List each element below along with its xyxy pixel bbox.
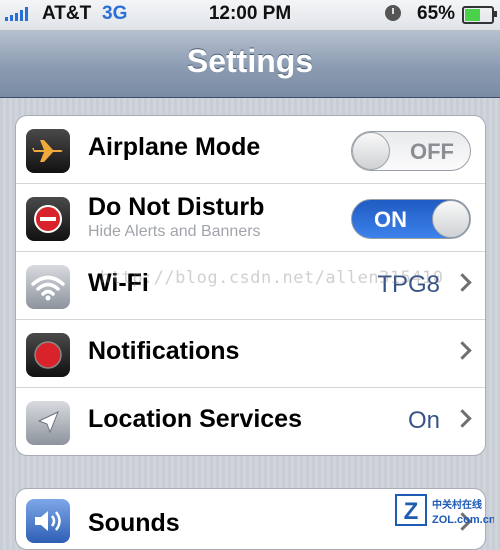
speaker-icon bbox=[26, 499, 70, 543]
toggle-state: ON bbox=[374, 207, 407, 232]
do-not-disturb-icon bbox=[26, 197, 70, 241]
row-location-services[interactable]: Location Services On bbox=[16, 387, 485, 455]
svg-text:Z: Z bbox=[404, 498, 419, 525]
do-not-disturb-sublabel: Hide Alerts and Banners bbox=[88, 223, 261, 240]
row-notifications[interactable]: Notifications bbox=[16, 319, 485, 387]
chevron-right-icon bbox=[453, 409, 472, 428]
wifi-icon bbox=[26, 265, 70, 309]
sounds-label: Sounds bbox=[88, 509, 180, 537]
svg-text:ZOL.com.cn: ZOL.com.cn bbox=[432, 514, 494, 526]
airplane-icon bbox=[26, 129, 70, 173]
wifi-network-name: TPG8 bbox=[377, 271, 440, 298]
notifications-label: Notifications bbox=[88, 337, 240, 365]
do-not-disturb-toggle[interactable]: ON bbox=[351, 199, 471, 239]
toggle-knob bbox=[352, 132, 390, 170]
row-wifi[interactable]: Wi-Fi TPG8 bbox=[16, 251, 485, 319]
location-arrow-icon bbox=[26, 401, 70, 445]
row-do-not-disturb: Do Not Disturb Hide Alerts and Banners O… bbox=[16, 183, 485, 251]
notifications-icon bbox=[26, 333, 70, 377]
navigation-bar: Settings bbox=[0, 31, 500, 98]
location-services-value: On bbox=[407, 407, 440, 434]
chevron-right-icon bbox=[453, 273, 472, 292]
svg-text:中关村在线: 中关村在线 bbox=[432, 498, 482, 511]
location-services-label: Location Services bbox=[88, 405, 302, 433]
settings-group-main: Airplane Mode OFF Do Not Disturb Hide Al… bbox=[15, 115, 486, 456]
alarm-clock-icon bbox=[385, 5, 401, 21]
status-bar: AT&T 3G 12:00 PM 65% bbox=[0, 0, 500, 31]
do-not-disturb-label: Do Not Disturb bbox=[88, 193, 265, 221]
row-airplane-mode: Airplane Mode OFF bbox=[16, 116, 485, 183]
airplane-mode-label: Airplane Mode bbox=[88, 133, 261, 161]
page-title: Settings bbox=[186, 43, 314, 79]
toggle-state: OFF bbox=[410, 139, 454, 164]
chevron-right-icon bbox=[453, 341, 472, 360]
toggle-knob bbox=[432, 200, 470, 238]
battery-icon bbox=[462, 6, 497, 24]
airplane-mode-toggle[interactable]: OFF bbox=[351, 131, 471, 171]
wifi-label: Wi-Fi bbox=[88, 269, 149, 297]
battery-percent: 65% bbox=[417, 3, 456, 24]
zol-logo: Z 中关村在线 ZOL.com.cn bbox=[395, 494, 494, 526]
